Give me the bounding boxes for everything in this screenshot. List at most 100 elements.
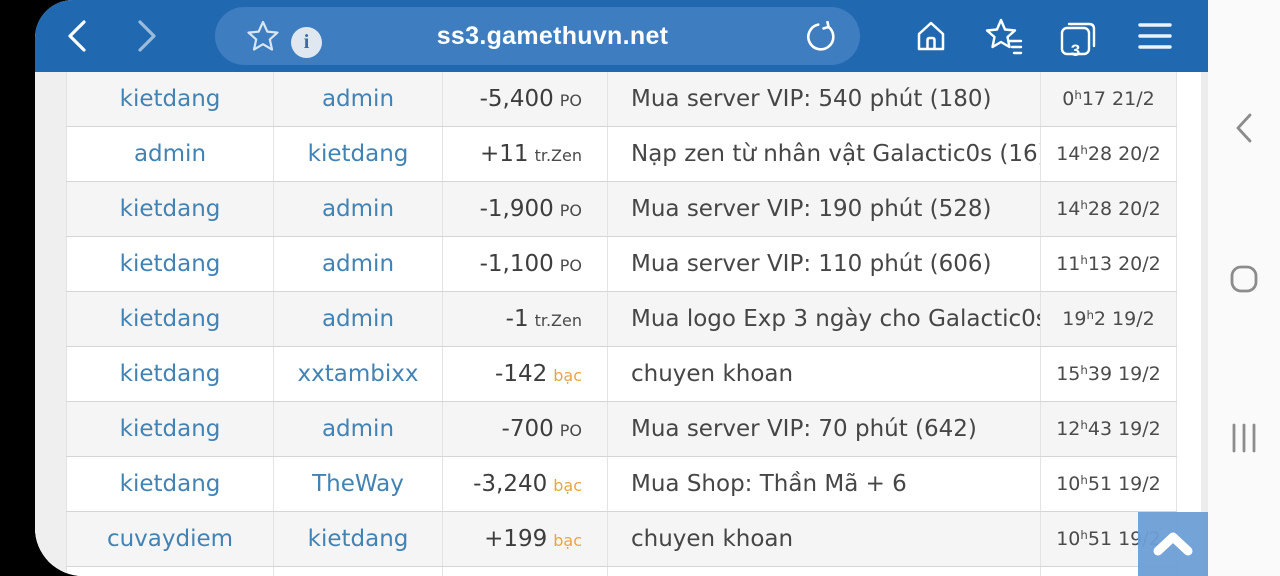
amount-unit: tr.Zen [534, 146, 582, 165]
sender-cell: kietdang [66, 181, 274, 237]
table-row: cuvaydiem kietdang +199 bạc chuyen khoan 10h5… [66, 511, 1177, 567]
receiver-link[interactable]: admin [322, 251, 394, 277]
sender-cell: kietdang [66, 291, 274, 347]
receiver-link[interactable]: admin [322, 86, 394, 112]
timestamp-text: 19h2 19/2 [1062, 308, 1155, 330]
timestamp-cell: 10h51 19/2 [1040, 456, 1177, 512]
sender-link[interactable]: kietdang [120, 416, 221, 442]
description-cell: Mua server VIP: 110 phút (606) [607, 236, 1041, 292]
receiver-cell: admin [273, 72, 443, 127]
system-nav-bar [1208, 0, 1280, 576]
page-left-margin [35, 72, 66, 576]
amount-value: -3,240 [473, 471, 548, 497]
amount-cell: -1 tr.Zen [442, 291, 608, 347]
receiver-link[interactable]: admin [322, 306, 394, 332]
receiver-link[interactable]: TheWay [312, 471, 404, 497]
amount-unit: tr.Zen [534, 311, 582, 330]
sender-link[interactable]: kietdang [120, 471, 221, 497]
timestamp-cell: 12h43 19/2 [1040, 401, 1177, 457]
sender-cell: admin [66, 126, 274, 182]
refresh-icon [807, 20, 835, 51]
description-text: Mua server VIP: 540 phút (180) [631, 86, 992, 112]
timestamp-text: 12h43 19/2 [1056, 418, 1161, 440]
amount-value: -1,100 [479, 251, 554, 277]
description-text: Mua server VIP: 110 phút (606) [631, 251, 992, 277]
table-row: kietdang admin -1,900 PO Mua server VIP: 190… [66, 181, 1177, 237]
timestamp-cell: 11h13 20/2 [1040, 236, 1177, 292]
browser-window: i ss3.gamethuvn.net 3 kietdang admin -5,… [35, 0, 1208, 576]
sender-link[interactable]: kietdang [120, 306, 221, 332]
amount-value: -5,400 [479, 86, 554, 112]
receiver-cell: admin [273, 291, 443, 347]
amount-value: -1,900 [479, 196, 554, 222]
amount-cell: -1,900 PO [442, 181, 608, 237]
tabs-button[interactable]: 3 [1057, 0, 1101, 72]
table-row: kietdang admin -1 tr.Zen Mua logo Exp 3 ngày… [66, 291, 1177, 347]
bookmarks-button[interactable] [983, 0, 1025, 72]
system-back-button[interactable] [1208, 112, 1280, 144]
browser-header: i ss3.gamethuvn.net 3 [35, 0, 1208, 72]
receiver-cell: admin [273, 236, 443, 292]
receiver-link[interactable]: kietdang [308, 141, 409, 167]
table-row: GameOffkietdang+3,239bạcMua Shop: Thần M… [66, 566, 1177, 576]
home-icon [917, 21, 945, 51]
system-recents-button[interactable] [1208, 422, 1280, 454]
system-recents-icon [1232, 423, 1256, 453]
site-info-icon[interactable]: i [291, 27, 322, 58]
system-back-icon [1236, 113, 1252, 143]
amount-value: +199 [484, 526, 548, 552]
amount-value: -142 [495, 361, 548, 387]
description-text: chuyen khoan [631, 361, 794, 387]
receiver-link[interactable]: xxtambixx [298, 361, 419, 387]
table-row: kietdang admin -5,400 PO Mua server VIP: 540… [66, 72, 1177, 127]
sender-link[interactable]: kietdang [120, 361, 221, 387]
timestamp-text: 15h39 19/2 [1056, 363, 1161, 385]
amount-unit: PO [559, 256, 582, 275]
refresh-button[interactable] [806, 20, 838, 58]
menu-button[interactable] [1133, 0, 1177, 72]
hamburger-icon [1138, 23, 1172, 49]
sender-link[interactable]: kietdang [120, 196, 221, 222]
sender-link[interactable]: kietdang [120, 86, 221, 112]
amount-value: -700 [501, 416, 554, 442]
amount-unit: bạc [553, 366, 582, 385]
receiver-link[interactable]: kietdang [308, 526, 409, 552]
home-button[interactable] [911, 0, 951, 72]
description-text: Nạp zen từ nhân vật Galactic0s (16) [631, 141, 1041, 167]
sender-link[interactable]: kietdang [120, 251, 221, 277]
receiver-cell: TheWay [273, 456, 443, 512]
receiver-link[interactable]: admin [322, 196, 394, 222]
sender-cell: kietdang [66, 456, 274, 512]
description-text: chuyen khoan [631, 526, 794, 552]
description-cell: Nạp zen từ nhân vật Galactic0s (16) [607, 126, 1041, 182]
sender-link[interactable]: cuvaydiem [107, 526, 233, 552]
receiver-cell: kietdang [273, 566, 443, 576]
description-text: Mua logo Exp 3 ngày cho Galactic0s [631, 306, 1041, 332]
timestamp-text: 0h17 21/2 [1062, 88, 1155, 110]
amount-cell: -5,400 PO [442, 72, 608, 127]
timestamp-text: 14h28 20/2 [1056, 143, 1161, 165]
bookmarks-star-icon [985, 18, 1023, 55]
back-button[interactable] [57, 0, 97, 72]
sender-link[interactable]: admin [134, 141, 206, 167]
timestamp-text: 14h28 20/2 [1056, 198, 1161, 220]
system-home-button[interactable] [1208, 264, 1280, 294]
sender-cell: kietdang [66, 346, 274, 402]
bookmark-star-icon[interactable] [245, 19, 281, 59]
scroll-to-top-button[interactable] [1138, 512, 1208, 576]
receiver-link[interactable]: admin [322, 416, 394, 442]
amount-unit: PO [559, 201, 582, 220]
timestamp-cell: 15h39 19/2 [1040, 346, 1177, 402]
scrollbar-track[interactable] [1201, 72, 1208, 576]
receiver-cell: admin [273, 181, 443, 237]
amount-unit: bạc [553, 476, 582, 495]
description-cell: Mua server VIP: 540 phút (180) [607, 72, 1041, 127]
table-row: kietdang admin -700 PO Mua server VIP: 70 ph… [66, 401, 1177, 457]
amount-value: -1 [505, 306, 529, 332]
timestamp-cell: 14h28 20/2 [1040, 181, 1177, 237]
amount-cell: -142 bạc [442, 346, 608, 402]
sender-cell: kietdang [66, 401, 274, 457]
url-bar[interactable]: i ss3.gamethuvn.net [215, 7, 860, 65]
forward-button[interactable] [127, 0, 167, 72]
amount-unit: bạc [553, 531, 582, 550]
